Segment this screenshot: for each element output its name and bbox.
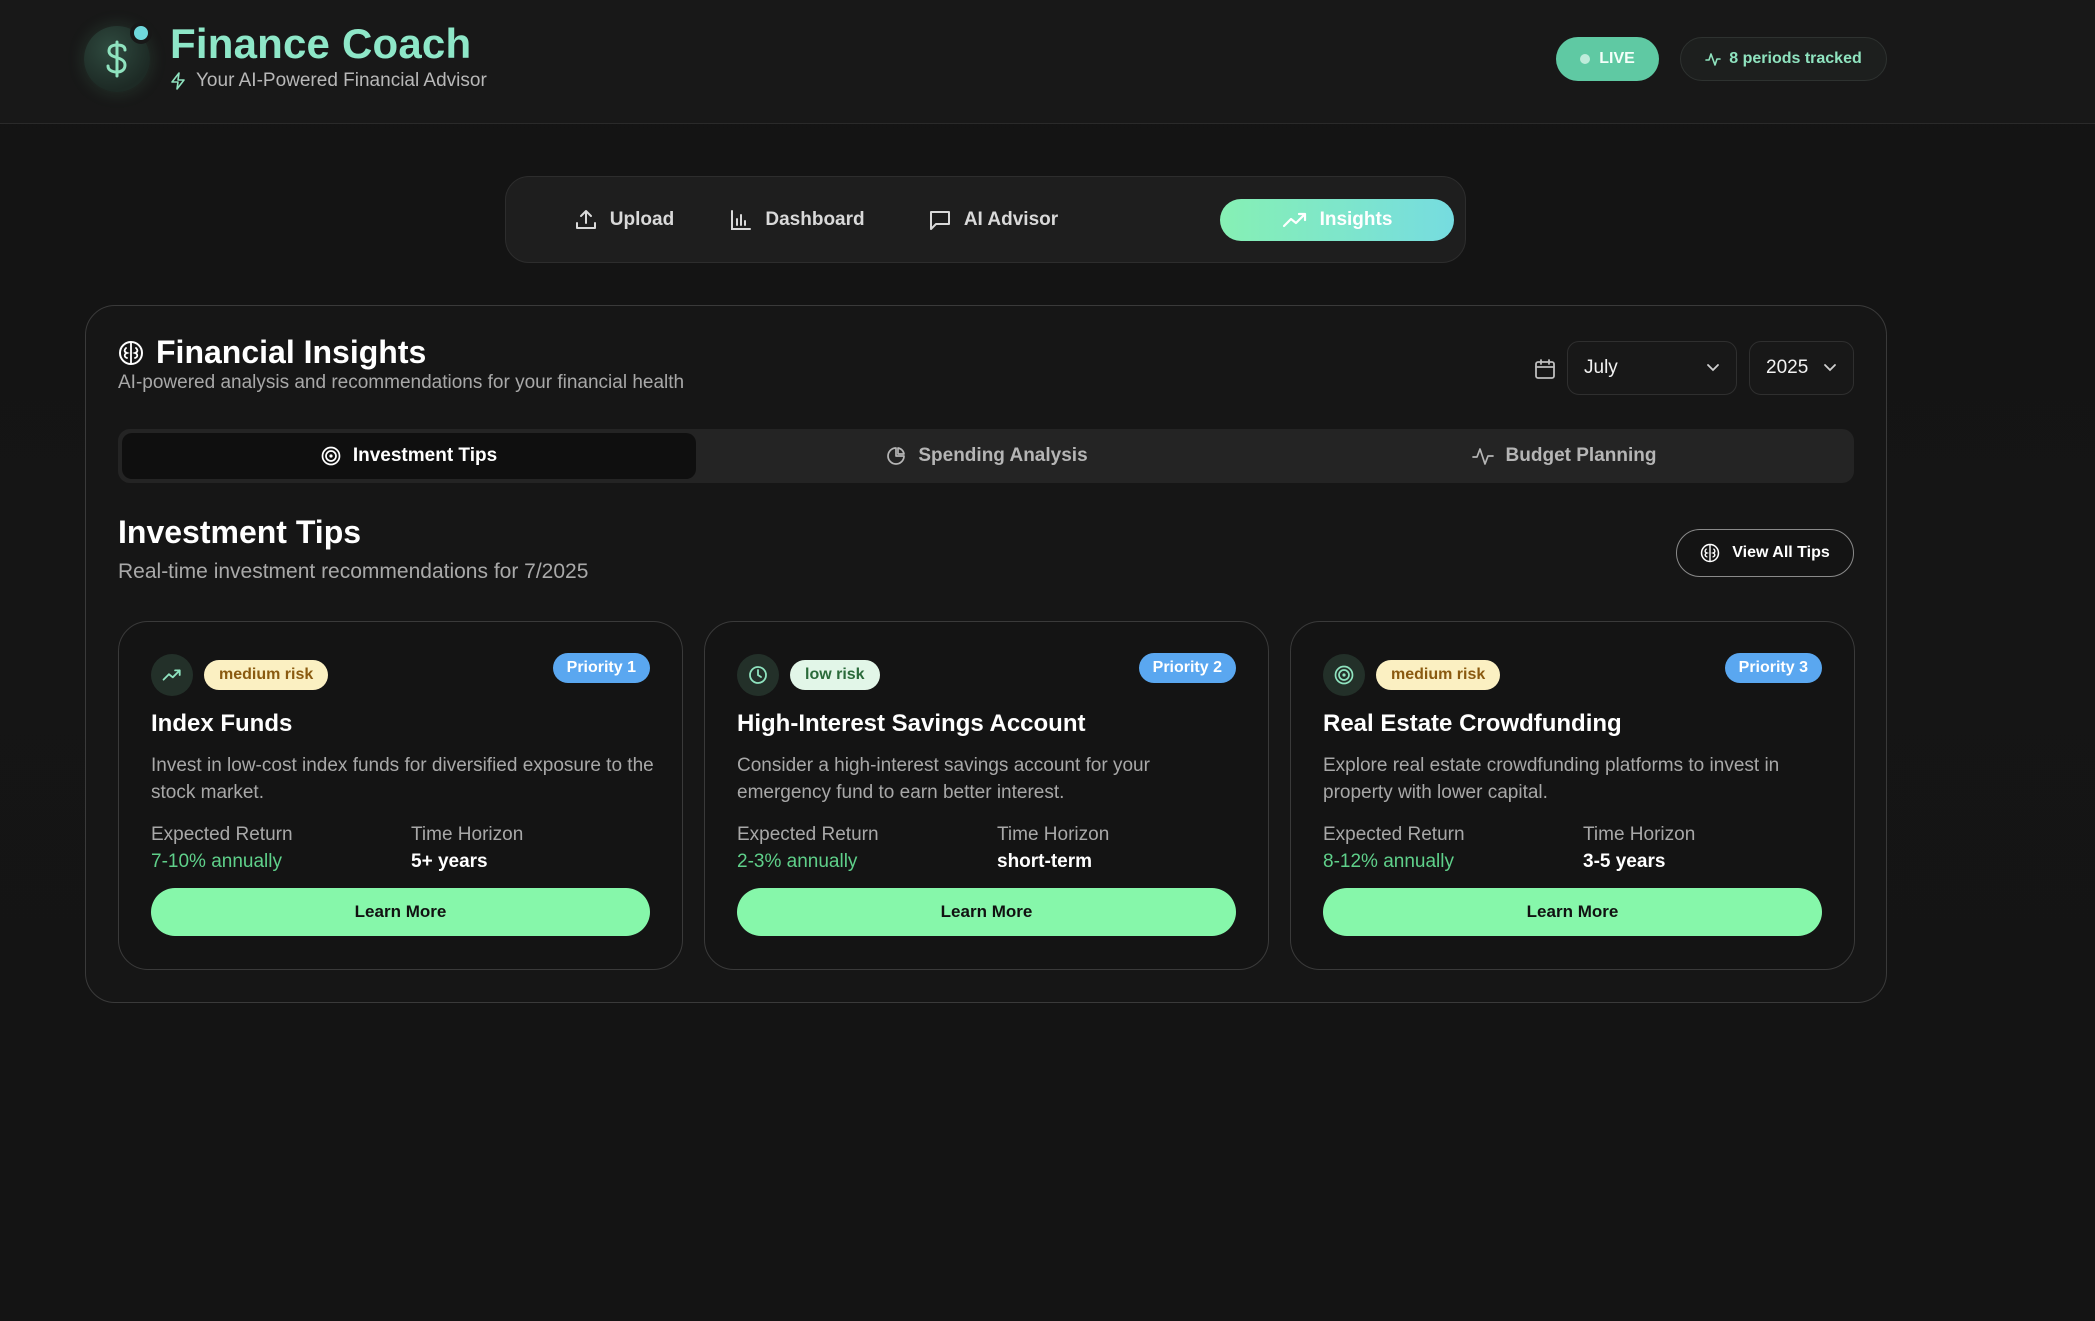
expected-return-value: 8-12% annually	[1323, 851, 1454, 872]
expected-return-label: Expected Return	[1323, 824, 1465, 845]
bar-chart-icon	[729, 208, 753, 232]
nav-dashboard[interactable]: Dashboard	[718, 199, 876, 241]
tab-budget-planning[interactable]: Budget Planning	[1278, 433, 1850, 479]
time-horizon-label: Time Horizon	[411, 824, 524, 845]
trending-up-icon	[151, 654, 193, 696]
nav-insights[interactable]: Insights	[1220, 199, 1454, 241]
nav-dashboard-label: Dashboard	[765, 209, 865, 230]
nav-ai-advisor[interactable]: AI Advisor	[911, 199, 1075, 241]
expected-return-value: 2-3% annually	[737, 851, 858, 872]
risk-badge: medium risk	[204, 660, 329, 690]
tab-investment-tips-label: Investment Tips	[352, 445, 498, 466]
priority-badge: Priority 2	[1138, 653, 1236, 683]
tab-investment-tips[interactable]: Investment Tips	[122, 433, 696, 479]
tab-spending-analysis-label: Spending Analysis	[918, 445, 1088, 466]
tip-card-real-estate-crowdfunding: medium risk Priority 3 Real Estate Crowd…	[1290, 621, 1855, 970]
card-description: Consider a high-interest savings account…	[737, 755, 1150, 803]
pie-chart-icon	[886, 446, 906, 466]
main-nav: Upload Dashboard AI Advisor Insights	[505, 176, 1466, 263]
expected-return-label: Expected Return	[737, 824, 879, 845]
card-description: Invest in low-cost index funds for diver…	[151, 755, 654, 803]
panel-title: Financial Insights	[118, 334, 426, 371]
tip-card-savings-account: low risk Priority 2 High-Interest Saving…	[704, 621, 1269, 970]
nav-insights-label: Insights	[1319, 209, 1393, 230]
chevron-down-icon	[1823, 363, 1837, 373]
tab-spending-analysis[interactable]: Spending Analysis	[700, 433, 1274, 479]
month-select[interactable]: July	[1567, 341, 1737, 395]
app-header: Finance Coach Your AI-Powered Financial …	[0, 0, 2095, 124]
periods-label: 8 periods tracked	[1729, 50, 1862, 67]
time-horizon-value: 3-5 years	[1583, 851, 1666, 872]
priority-badge: Priority 3	[1724, 653, 1822, 683]
card-description: Explore real estate crowdfunding platfor…	[1323, 755, 1780, 803]
section-subtitle: Real-time investment recommendations for…	[118, 560, 589, 583]
periods-tracked-badge: 8 periods tracked	[1680, 37, 1887, 81]
trending-up-icon	[1282, 210, 1308, 230]
expected-return-value: 7-10% annually	[151, 851, 282, 872]
app-title: Finance Coach	[170, 20, 472, 67]
activity-icon	[1705, 51, 1722, 67]
view-all-tips-button[interactable]: View All Tips	[1676, 529, 1854, 577]
insights-tabs: Investment Tips Spending Analysis Budget…	[118, 429, 1854, 483]
brain-icon	[1700, 543, 1720, 563]
target-icon	[321, 446, 341, 466]
tip-card-index-funds: medium risk Priority 1 Index Funds Inves…	[118, 621, 683, 970]
panel-title-text: Financial Insights	[156, 334, 427, 370]
chat-icon	[928, 208, 952, 232]
priority-badge: Priority 1	[552, 653, 650, 683]
app-subtitle-text: Your AI-Powered Financial Advisor	[196, 70, 487, 91]
live-badge: LIVE	[1556, 37, 1659, 81]
learn-more-button[interactable]: Learn More	[1323, 888, 1822, 936]
chevron-down-icon	[1706, 363, 1720, 373]
time-horizon-value: 5+ years	[411, 851, 488, 872]
target-icon	[1323, 654, 1365, 696]
live-label: LIVE	[1599, 50, 1635, 67]
app-subtitle: Your AI-Powered Financial Advisor	[170, 70, 487, 92]
app-logo	[84, 22, 152, 92]
card-title: Index Funds	[151, 710, 293, 737]
panel-subtitle: AI-powered analysis and recommendations …	[118, 372, 685, 393]
time-horizon-label: Time Horizon	[1583, 824, 1696, 845]
risk-badge: medium risk	[1376, 660, 1501, 690]
risk-badge: low risk	[790, 660, 880, 690]
section-title: Investment Tips	[118, 514, 362, 550]
view-all-tips-label: View All Tips	[1732, 544, 1830, 561]
time-horizon-value: short-term	[997, 851, 1093, 872]
upload-icon	[574, 208, 598, 232]
live-dot-icon	[1580, 54, 1591, 64]
zap-icon	[170, 72, 186, 90]
expected-return-label: Expected Return	[151, 824, 293, 845]
calendar-icon	[1534, 358, 1556, 380]
month-select-value: July	[1584, 357, 1618, 378]
time-horizon-label: Time Horizon	[997, 824, 1110, 845]
nav-ai-advisor-label: AI Advisor	[963, 209, 1059, 230]
dollar-icon	[100, 39, 134, 79]
card-title: Real Estate Crowdfunding	[1323, 710, 1622, 737]
nav-upload[interactable]: Upload	[564, 199, 684, 241]
year-select-value: 2025	[1766, 357, 1809, 378]
year-select[interactable]: 2025	[1749, 341, 1854, 395]
status-dot	[130, 22, 152, 44]
clock-icon	[737, 654, 779, 696]
tab-budget-planning-label: Budget Planning	[1505, 445, 1657, 466]
card-title: High-Interest Savings Account	[737, 710, 1086, 737]
activity-icon	[1471, 446, 1494, 466]
financial-insights-panel: Financial Insights AI-powered analysis a…	[85, 305, 1887, 1003]
learn-more-button[interactable]: Learn More	[737, 888, 1236, 936]
nav-upload-label: Upload	[609, 209, 675, 230]
learn-more-button[interactable]: Learn More	[151, 888, 650, 936]
brain-icon	[118, 340, 144, 366]
